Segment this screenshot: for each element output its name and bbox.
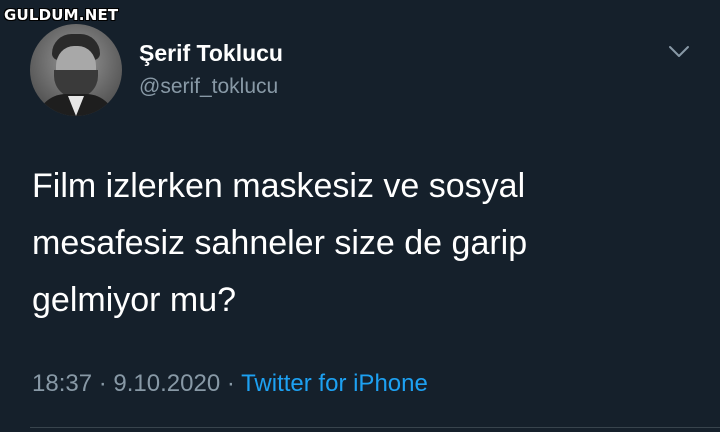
tweet-line: Film izlerken maskesiz ve sosyal bbox=[32, 167, 526, 205]
meta-separator: · bbox=[220, 370, 242, 397]
tweet-text: Film izlerken maskesiz ve sosyal mesafes… bbox=[32, 158, 652, 329]
author-handle[interactable]: @serif_toklucu bbox=[139, 75, 278, 99]
author-name[interactable]: Şerif Toklucu bbox=[139, 40, 283, 67]
tweet-time[interactable]: 18:37 bbox=[32, 370, 92, 397]
divider bbox=[30, 427, 720, 428]
tweet-date[interactable]: 9.10.2020 bbox=[113, 370, 220, 397]
tweet-meta: 18:37 · 9.10.2020 · Twitter for iPhone bbox=[32, 370, 428, 398]
tweet-line: mesafesiz sahneler size de garip bbox=[32, 224, 528, 262]
tweet-line: gelmiyor mu? bbox=[32, 281, 237, 319]
watermark-logo: GULDUM.NET bbox=[4, 6, 119, 24]
meta-separator: · bbox=[92, 370, 114, 397]
avatar[interactable] bbox=[30, 24, 122, 116]
tweet-source-link[interactable]: Twitter for iPhone bbox=[241, 370, 428, 397]
chevron-down-icon[interactable] bbox=[668, 44, 690, 60]
